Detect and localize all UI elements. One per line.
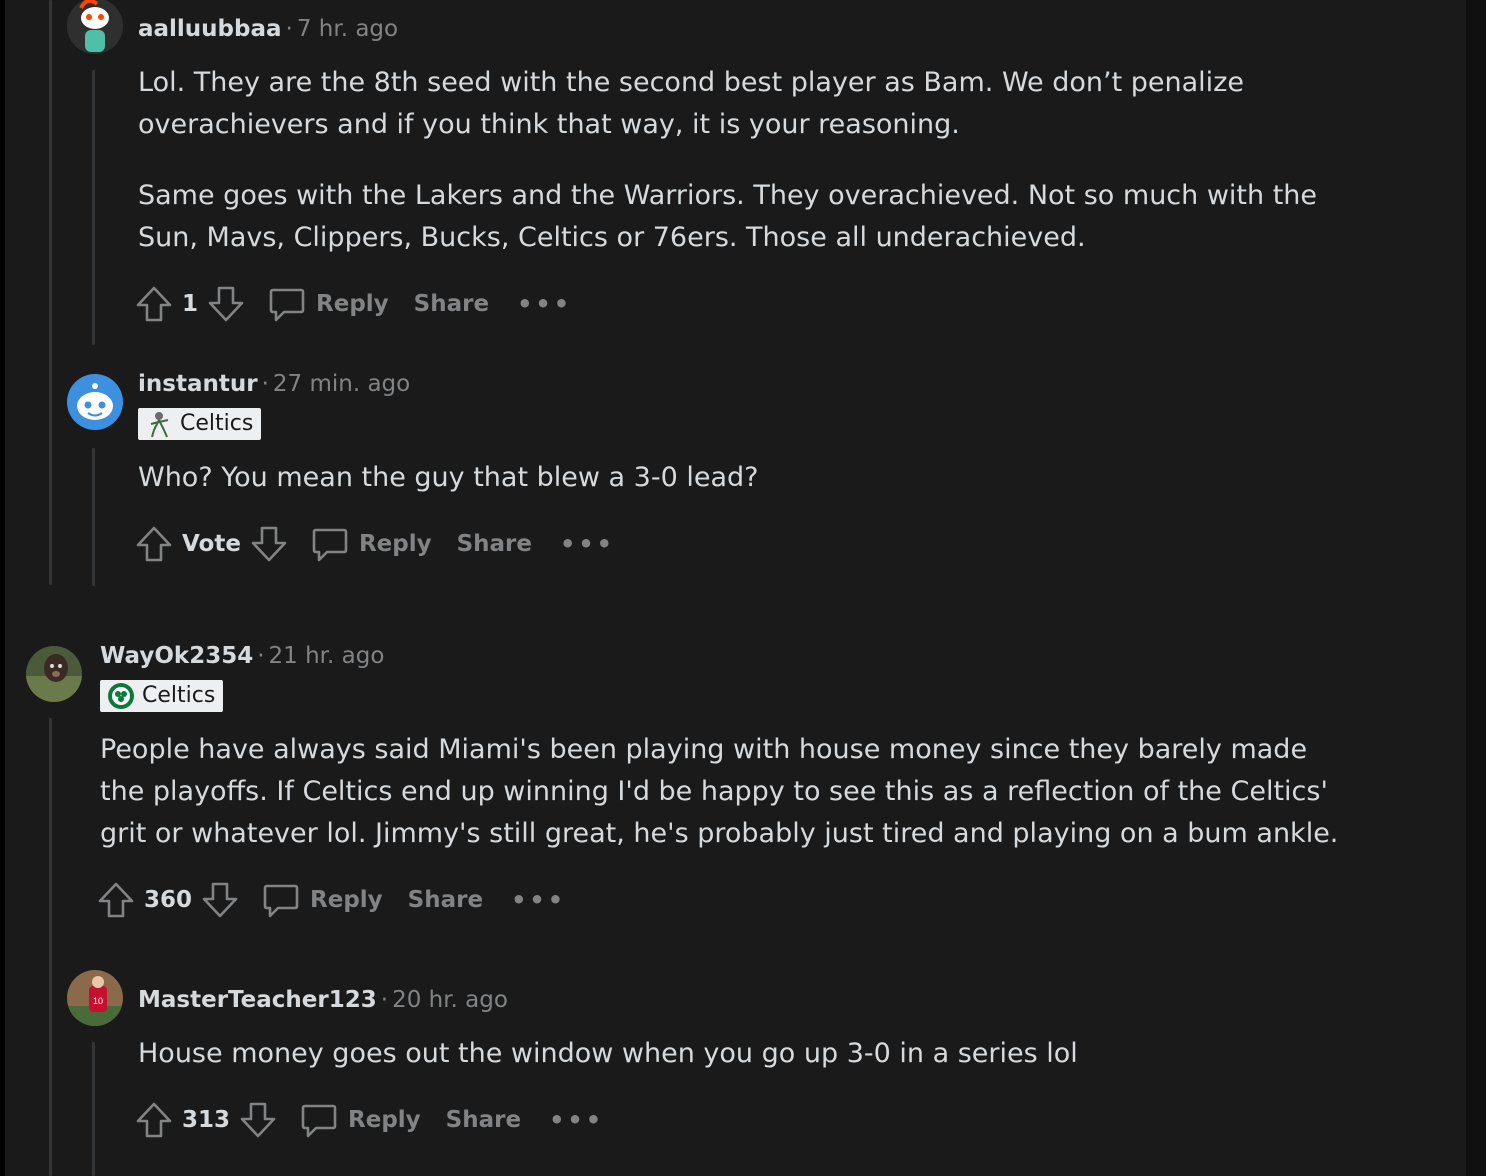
comment-paragraph: Who? You mean the guy that blew a 3-0 le… — [138, 462, 759, 493]
comment-paragraph: People have always said Miami's been pla… — [100, 734, 1339, 849]
comment-paragraph: Lol. They are the 8th seed with the seco… — [138, 67, 1244, 140]
share-button[interactable]: Share — [414, 291, 489, 317]
downvote-button[interactable] — [200, 880, 240, 920]
snoo-avatar-icon — [67, 0, 123, 54]
reply-label: Reply — [316, 291, 389, 317]
share-button[interactable]: Share — [457, 531, 532, 557]
thread-line-comment-1[interactable] — [92, 70, 95, 345]
comment-paragraph: House money goes out the window when you… — [138, 1038, 1078, 1069]
downvote-arrow-icon — [208, 286, 244, 322]
downvote-button[interactable] — [238, 1100, 278, 1140]
comment-actions: Vote Reply Share ••• — [134, 522, 615, 566]
comment-bubble-icon — [301, 1104, 337, 1138]
username[interactable]: instantur — [138, 371, 258, 397]
snoo-avatar-icon — [67, 374, 123, 430]
thread-line-comment-2[interactable] — [92, 448, 95, 586]
more-options-button[interactable]: ••• — [560, 530, 615, 558]
downvote-arrow-icon — [240, 1102, 276, 1138]
comment-meta: aalluubbaa · 7 hr. ago — [138, 14, 398, 44]
timestamp[interactable]: 7 hr. ago — [297, 16, 398, 42]
thread-line-comment-4[interactable] — [92, 1042, 95, 1176]
avatar[interactable] — [67, 374, 123, 430]
vote-score: Vote — [182, 531, 241, 557]
reply-button[interactable]: Reply — [311, 525, 432, 563]
separator-dot: · — [261, 371, 269, 397]
timestamp[interactable]: 21 hr. ago — [269, 643, 385, 669]
share-button[interactable]: Share — [446, 1107, 521, 1133]
comment-bubble-icon — [312, 528, 348, 562]
comment-body: People have always said Miami's been pla… — [100, 729, 1350, 884]
separator-dot: · — [285, 16, 293, 42]
user-flair: Celtics — [100, 680, 224, 712]
flair-text: Celtics — [142, 683, 216, 708]
comment-meta: MasterTeacher123 · 20 hr. ago — [138, 985, 508, 1015]
flair-text: Celtics — [180, 411, 254, 436]
username[interactable]: aalluubbaa — [138, 16, 282, 42]
vote-score: 360 — [144, 887, 193, 913]
more-options-button[interactable]: ••• — [511, 886, 566, 914]
upvote-arrow-icon — [136, 526, 172, 562]
share-button[interactable]: Share — [408, 887, 483, 913]
comment-paragraph: Same goes with the Lakers and the Warrio… — [138, 180, 1318, 253]
separator-dot: · — [380, 987, 389, 1013]
timestamp[interactable]: 20 hr. ago — [392, 987, 508, 1013]
window-left-edge — [0, 0, 5, 1176]
svg-text:10: 10 — [93, 996, 103, 1006]
window-right-edge — [1466, 0, 1486, 1176]
comment-meta: instantur · 27 min. ago — [138, 369, 410, 399]
reply-label: Reply — [358, 531, 432, 557]
username[interactable]: MasterTeacher123 — [138, 987, 377, 1013]
more-options-button[interactable]: ••• — [549, 1106, 604, 1134]
vote-score: 313 — [182, 1107, 231, 1133]
upvote-button[interactable] — [134, 524, 174, 564]
celtics-logo-icon — [108, 683, 134, 709]
comment-actions: 313 Reply Share ••• — [134, 1098, 604, 1142]
thread-line-outer[interactable] — [49, 0, 52, 585]
comment-body: Lol. They are the 8th seed with the seco… — [138, 62, 1368, 288]
downvote-button[interactable] — [249, 524, 289, 564]
reply-button[interactable]: Reply — [268, 285, 389, 323]
more-options-button[interactable]: ••• — [517, 290, 572, 318]
thread-line-comment-3[interactable] — [49, 718, 52, 1176]
downvote-arrow-icon — [251, 526, 287, 562]
leprechaun-icon — [150, 412, 169, 438]
comment-bubble-icon — [269, 288, 305, 322]
comment-body: House money goes out the window when you… — [138, 1033, 1368, 1104]
upvote-button[interactable] — [96, 880, 136, 920]
user-photo-icon — [26, 646, 82, 702]
upvote-button[interactable] — [134, 1100, 174, 1140]
downvote-arrow-icon — [202, 882, 238, 918]
timestamp[interactable]: 27 min. ago — [273, 371, 410, 397]
comment-actions: 1 Reply Share ••• — [134, 282, 572, 326]
upvote-arrow-icon — [136, 1102, 172, 1138]
reply-label: Reply — [310, 887, 383, 913]
upvote-arrow-icon — [136, 286, 172, 322]
upvote-button[interactable] — [134, 284, 174, 324]
avatar[interactable] — [26, 646, 82, 702]
reply-button[interactable]: Reply — [300, 1101, 421, 1139]
comment-body: Who? You mean the guy that blew a 3-0 le… — [138, 457, 1368, 528]
comment-bubble-icon — [263, 884, 299, 918]
vote-score: 1 — [182, 291, 199, 317]
user-photo-icon: 10 — [67, 970, 123, 1026]
avatar[interactable]: 10 — [67, 970, 123, 1026]
comment-meta: WayOk2354 · 21 hr. ago — [100, 641, 384, 671]
avatar[interactable] — [67, 0, 123, 54]
reply-label: Reply — [348, 1107, 421, 1133]
reply-button[interactable]: Reply — [262, 881, 383, 919]
user-flair: Celtics — [138, 408, 262, 440]
username[interactable]: WayOk2354 — [100, 643, 253, 669]
separator-dot: · — [257, 643, 265, 669]
downvote-button[interactable] — [206, 284, 246, 324]
comment-actions: 360 Reply Share ••• — [96, 878, 566, 922]
upvote-arrow-icon — [98, 882, 134, 918]
